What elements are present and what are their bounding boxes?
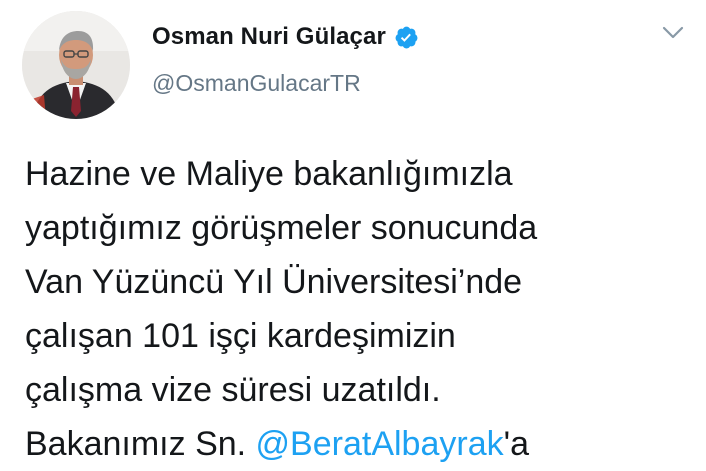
profile-photo-icon (22, 11, 130, 119)
author-display-name[interactable]: Osman Nuri Gülaçar (152, 23, 386, 51)
author-handle[interactable]: @OsmanGulacarTR (152, 70, 361, 97)
tweet-text-line-partial: Bakanımız Sn. @BeratAlbayrak'a (25, 417, 706, 471)
author-name-row: Osman Nuri Gülaçar (152, 20, 419, 54)
chevron-down-icon[interactable] (662, 26, 684, 40)
tweet-text-line: Van Yüzüncü Yıl Üniversitesi’nde (25, 263, 523, 301)
tweet-text-line: Hazine ve Maliye bakanlığımızla (25, 155, 513, 193)
tweet-text-line: çalışan 101 işçi kardeşimizin (25, 317, 456, 355)
tweet-text-line: yaptığımız görüşmeler sonucunda (25, 209, 538, 247)
tweet-card: Osman Nuri Gülaçar @OsmanGulacarTR Hazin… (0, 0, 706, 463)
tweet-text-line: çalışma vize süresi uzatıldı. (25, 371, 441, 409)
tweet-text: Hazine ve Maliye bakanlığımızla yaptığım… (25, 147, 706, 471)
verified-badge-icon (394, 25, 419, 50)
author-avatar[interactable] (22, 11, 130, 119)
